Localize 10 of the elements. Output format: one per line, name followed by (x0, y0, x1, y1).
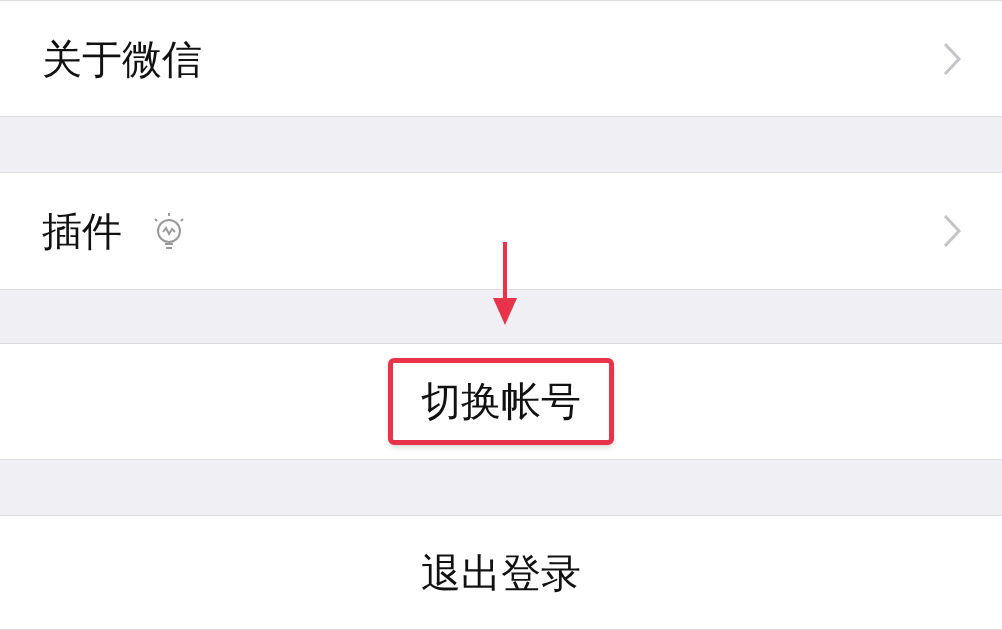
row-label: 退出登录 (421, 552, 581, 593)
row-label: 关于微信 (42, 38, 202, 79)
settings-row[interactable]: 关于微信 (0, 0, 1002, 117)
action-row[interactable]: 退出登录 (0, 515, 1002, 630)
chevron-right-icon (942, 41, 962, 76)
settings-row[interactable]: 插件 (0, 172, 1002, 290)
row-label: 切换帐号 (421, 378, 581, 424)
chevron-right-icon (942, 214, 962, 248)
action-row[interactable]: 切换帐号 (0, 343, 1002, 460)
row-label: 插件 (42, 211, 122, 251)
